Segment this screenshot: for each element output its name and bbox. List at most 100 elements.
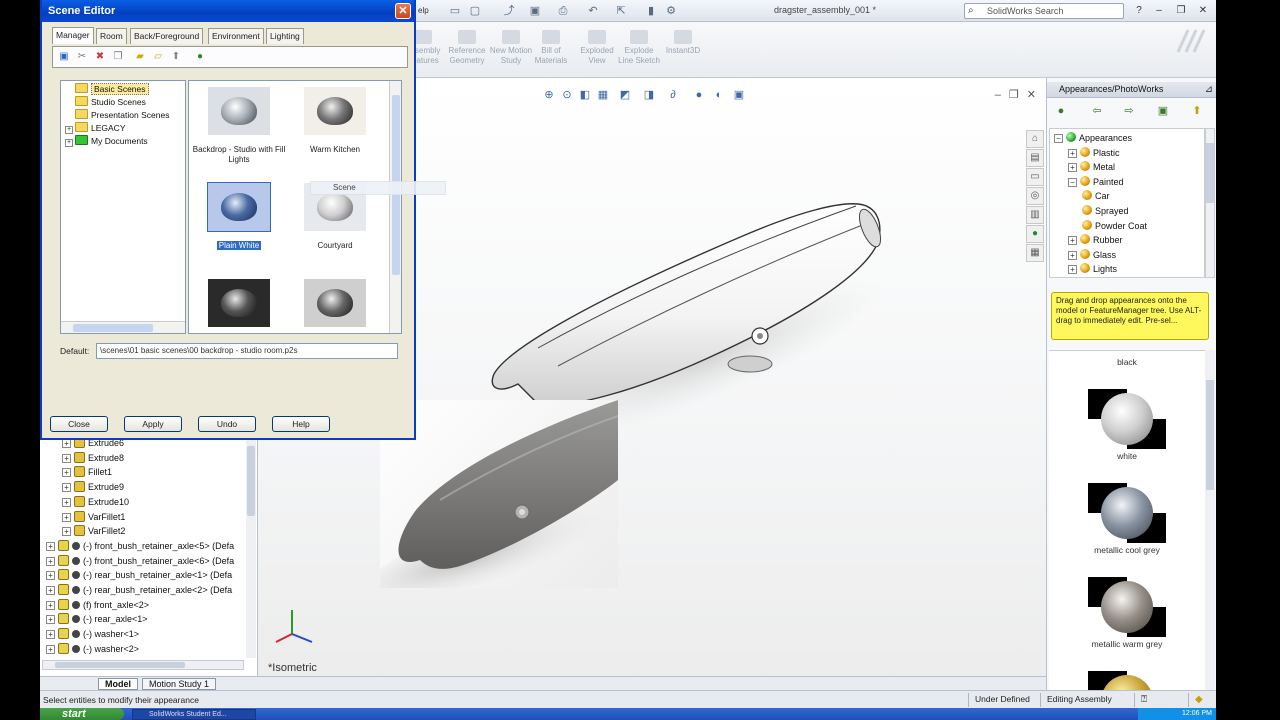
feature-tree-item[interactable]: + (-) front_bush_retainer_axle<5> (Defa: [46, 539, 234, 553]
feature-tree-item[interactable]: + (f) front_axle<2>: [46, 598, 149, 612]
expand-icon[interactable]: −: [1068, 177, 1077, 187]
visibility-icon[interactable]: [72, 630, 80, 639]
expand-icon[interactable]: +: [62, 453, 71, 463]
scene-thumbnail[interactable]: [191, 279, 287, 333]
cut-icon[interactable]: ✂: [75, 50, 89, 64]
open-icon[interactable]: ⤴: [502, 4, 516, 18]
vp-minimize-icon[interactable]: –: [995, 89, 1001, 101]
forward-icon[interactable]: ⇨: [1121, 104, 1137, 119]
feature-tree-vscroll[interactable]: [246, 440, 256, 658]
expand-icon[interactable]: +: [62, 468, 71, 478]
appearance-tree-item[interactable]: + Metal: [1068, 160, 1115, 174]
scene-folder-item[interactable]: Presentation Scenes: [75, 109, 169, 122]
print-icon[interactable]: ⎙: [556, 4, 570, 18]
save-icon[interactable]: ▣: [528, 4, 542, 18]
appearance-tree-item[interactable]: + Rubber: [1068, 233, 1123, 247]
help-button[interactable]: Help: [272, 416, 330, 432]
expand-icon[interactable]: +: [1068, 265, 1077, 275]
expand-icon[interactable]: +: [1068, 236, 1077, 246]
taskbar-item-solidworks[interactable]: SolidWorks Student Ed...: [132, 709, 256, 720]
delete-icon[interactable]: ✖: [93, 50, 107, 64]
appearance-tree-item[interactable]: Powder Coat: [1082, 219, 1147, 233]
hide-show-icon[interactable]: ∂: [666, 88, 680, 102]
feature-tree-item[interactable]: + (-) rear_bush_retainer_axle<2> (Defa: [46, 583, 232, 597]
apply-scene-icon[interactable]: ◐: [712, 88, 726, 102]
pin-icon[interactable]: ⊿: [1205, 82, 1213, 97]
visibility-icon[interactable]: [72, 586, 80, 594]
apply-button[interactable]: Apply: [124, 416, 182, 432]
feature-tree-item[interactable]: + (-) front_bush_retainer_axle<6> (Defa: [46, 554, 234, 568]
expand-icon[interactable]: +: [62, 512, 71, 522]
back-icon[interactable]: ⇦: [1089, 104, 1105, 119]
appearance-tree-item[interactable]: Car: [1082, 189, 1110, 203]
view-palette-icon[interactable]: ▥: [1026, 206, 1044, 224]
default-scene-path[interactable]: \scenes\01 basic scenes\00 backdrop - st…: [96, 343, 398, 359]
swatch-metallic-warm-grey[interactable]: metallic warm grey: [1067, 577, 1187, 649]
swatch-partial[interactable]: [1067, 671, 1187, 690]
feature-tree-item[interactable]: + (-) washer<2>: [46, 642, 139, 656]
help-icon[interactable]: ?: [1132, 4, 1146, 17]
expand-icon[interactable]: +: [46, 556, 55, 566]
scene-thumbnail[interactable]: Plain White: [191, 182, 287, 251]
design-library-icon[interactable]: ▤: [1026, 149, 1044, 167]
undo-icon[interactable]: ↶: [586, 4, 600, 18]
custom-properties-icon[interactable]: ▦: [1026, 244, 1044, 262]
view-settings-icon[interactable]: ▣: [732, 88, 746, 102]
appearance-tree-item[interactable]: − Appearances: [1054, 131, 1132, 145]
expand-icon[interactable]: +: [65, 126, 73, 134]
appearances-tab-icon[interactable]: ●: [1026, 225, 1044, 243]
feature-tree-item[interactable]: + Fillet1: [62, 465, 112, 479]
previous-view-icon[interactable]: ◧: [578, 88, 592, 102]
copy-icon[interactable]: ❐: [111, 50, 125, 64]
expand-icon[interactable]: +: [46, 615, 55, 625]
tab-manager[interactable]: Manager: [52, 27, 94, 44]
visibility-icon[interactable]: [72, 644, 80, 653]
select-icon[interactable]: ⇱: [614, 4, 628, 18]
refresh-icon[interactable]: ●: [193, 50, 207, 64]
scroll-thumb[interactable]: [73, 324, 153, 332]
expand-icon[interactable]: +: [46, 541, 55, 551]
expand-icon[interactable]: +: [1068, 163, 1077, 173]
scroll-thumb[interactable]: [55, 662, 185, 668]
swatch-black[interactable]: black: [1067, 355, 1187, 367]
expand-icon[interactable]: +: [46, 600, 55, 610]
scene-folder-item[interactable]: Basic Scenes: [75, 83, 149, 96]
ribbon-bill-of-materials[interactable]: Bill of Materials: [528, 30, 574, 66]
expand-icon[interactable]: +: [46, 571, 55, 581]
appearance-tree-item[interactable]: + Lights: [1068, 262, 1117, 276]
view-orientation-icon[interactable]: ◩: [618, 88, 632, 102]
help-menu[interactable]: elp: [418, 6, 429, 15]
scene-folder-item[interactable]: + LEGACY: [65, 122, 126, 135]
search-tab-icon[interactable]: ◎: [1026, 187, 1044, 205]
swatch-metallic-cool-grey[interactable]: metallic cool grey: [1067, 483, 1187, 555]
scroll-thumb[interactable]: [1206, 380, 1214, 490]
tab-environment[interactable]: Environment: [208, 28, 264, 44]
close-window-button[interactable]: ✕: [1196, 4, 1210, 17]
appearances-tree-scroll[interactable]: [1205, 128, 1215, 278]
zoom-area-icon[interactable]: ⊙: [560, 88, 574, 102]
file-explorer-icon[interactable]: ▭: [1026, 168, 1044, 186]
appearance-tree-item[interactable]: Sprayed: [1082, 204, 1129, 218]
zoom-to-fit-icon[interactable]: ⊕: [542, 88, 556, 102]
feature-tree-hscroll[interactable]: [42, 660, 244, 670]
options-icon[interactable]: ⚙: [664, 4, 678, 18]
scroll-thumb[interactable]: [1206, 143, 1214, 203]
tab-back-foreground[interactable]: Back/Foreground: [130, 28, 204, 44]
expand-icon[interactable]: +: [1068, 250, 1077, 260]
visibility-icon[interactable]: [72, 556, 80, 565]
expand-icon[interactable]: +: [62, 527, 71, 537]
scene-thumbnail[interactable]: [287, 279, 383, 333]
tab-motion-study-1[interactable]: Motion Study 1: [142, 678, 217, 690]
new-icon[interactable]: ▢: [468, 4, 482, 18]
feature-tree-item[interactable]: + (-) rear_bush_retainer_axle<1> (Defa: [46, 568, 232, 582]
feature-tree-item[interactable]: + (-) washer<1>: [46, 627, 139, 641]
thumbnails-scroll[interactable]: [389, 81, 401, 333]
feature-tree-item[interactable]: + VarFillet1: [62, 510, 125, 524]
swatch-white[interactable]: white: [1067, 389, 1187, 461]
feature-tree-item[interactable]: + Extrude9: [62, 480, 124, 494]
ribbon-exploded-view[interactable]: Exploded View: [574, 30, 620, 66]
vp-restore-icon[interactable]: ❐: [1009, 89, 1019, 101]
scroll-thumb[interactable]: [247, 446, 255, 516]
scene-tree-hscroll[interactable]: [61, 321, 185, 333]
feature-tree-item[interactable]: + (-) rear_axle<1>: [46, 612, 148, 626]
